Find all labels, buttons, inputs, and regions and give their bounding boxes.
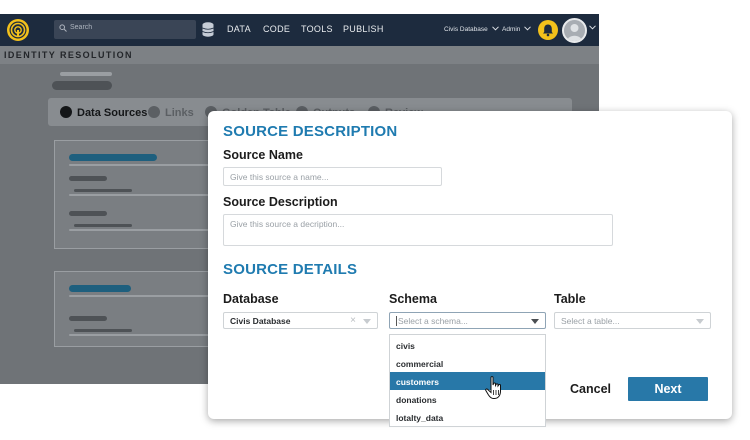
table-placeholder: Select a table... bbox=[561, 316, 620, 326]
screen: Search DATA CODE TOOLS PUBLISH Civis Dat… bbox=[0, 0, 750, 440]
table-label: Table bbox=[554, 292, 586, 306]
cancel-button[interactable]: Cancel bbox=[570, 382, 611, 396]
skeleton-line bbox=[69, 194, 209, 196]
database-label: Database bbox=[223, 292, 279, 306]
page-header: IDENTITY RESOLUTION bbox=[0, 46, 599, 64]
dropdown-arrow-icon[interactable] bbox=[531, 319, 539, 324]
skeleton-block bbox=[69, 211, 107, 216]
nav-data[interactable]: DATA bbox=[227, 24, 251, 34]
chevron-down-icon bbox=[491, 26, 499, 31]
bell-icon bbox=[543, 24, 553, 37]
search-icon bbox=[59, 24, 67, 32]
skeleton-line bbox=[69, 334, 209, 336]
skeleton-block bbox=[69, 176, 107, 181]
step-links[interactable]: Links bbox=[148, 106, 194, 119]
nav-code[interactable]: CODE bbox=[263, 24, 290, 34]
schema-option[interactable]: lotalty_data bbox=[390, 408, 545, 426]
next-button[interactable]: Next bbox=[628, 377, 708, 401]
database-value: Civis Database bbox=[230, 316, 291, 326]
schema-option[interactable]: civis bbox=[390, 336, 545, 354]
dropdown-arrow-icon[interactable] bbox=[363, 319, 371, 324]
skeleton-line bbox=[69, 164, 209, 166]
skeleton-line bbox=[74, 329, 132, 332]
skeleton-block bbox=[69, 316, 107, 321]
nav-tools[interactable]: TOOLS bbox=[301, 24, 333, 34]
database-select[interactable]: Civis Database × bbox=[223, 312, 378, 329]
source-description-placeholder: Give this source a decription... bbox=[230, 219, 345, 229]
avatar[interactable] bbox=[562, 18, 587, 43]
text-caret bbox=[396, 316, 397, 326]
skeleton-title bbox=[69, 285, 131, 292]
skeleton-line bbox=[60, 72, 112, 76]
chevron-down-icon bbox=[524, 26, 532, 31]
dropdown-arrow-icon[interactable] bbox=[696, 319, 704, 324]
step-dot-icon bbox=[148, 106, 160, 118]
source-name-label: Source Name bbox=[223, 148, 303, 162]
source-card bbox=[54, 271, 214, 347]
skeleton-title bbox=[69, 154, 157, 161]
skeleton-line bbox=[69, 229, 209, 231]
skeleton-block bbox=[52, 81, 112, 90]
source-description-label: Source Description bbox=[223, 195, 338, 209]
source-card bbox=[54, 140, 214, 249]
database-menu-label: Civis Database bbox=[444, 26, 488, 33]
skeleton-line bbox=[74, 224, 132, 227]
schema-option[interactable]: commercial bbox=[390, 354, 545, 372]
schema-dropdown-menu: civis commercial customers donations lot… bbox=[389, 334, 546, 427]
skeleton-line bbox=[74, 189, 132, 192]
page-title: IDENTITY RESOLUTION bbox=[4, 50, 133, 60]
schema-placeholder: Select a schema... bbox=[398, 316, 468, 326]
table-select[interactable]: Select a table... bbox=[554, 312, 711, 329]
step-data-sources[interactable]: Data Sources bbox=[60, 106, 147, 119]
step-label: Data Sources bbox=[77, 107, 148, 119]
top-navbar: Search DATA CODE TOOLS PUBLISH Civis Dat… bbox=[0, 14, 599, 46]
source-name-placeholder: Give this source a name... bbox=[230, 172, 329, 182]
search-input[interactable]: Search bbox=[54, 20, 196, 39]
step-label: Links bbox=[165, 107, 194, 119]
clear-icon[interactable]: × bbox=[350, 315, 356, 326]
schema-select[interactable]: Select a schema... bbox=[389, 312, 546, 329]
civis-logo-icon[interactable] bbox=[6, 18, 30, 42]
source-description-title: SOURCE DESCRIPTION bbox=[223, 123, 398, 140]
schema-label: Schema bbox=[389, 292, 437, 306]
skeleton-line bbox=[69, 295, 209, 297]
source-details-title: SOURCE DETAILS bbox=[223, 261, 358, 278]
source-modal: SOURCE DESCRIPTION Source Name Give this… bbox=[208, 111, 732, 427]
admin-menu[interactable]: Admin bbox=[502, 26, 532, 33]
nav-publish[interactable]: PUBLISH bbox=[343, 24, 384, 34]
hand-cursor-icon bbox=[485, 376, 501, 399]
schema-option-highlighted[interactable]: customers bbox=[390, 372, 545, 390]
database-icon[interactable] bbox=[202, 22, 214, 37]
source-name-input[interactable]: Give this source a name... bbox=[223, 167, 442, 186]
database-menu[interactable]: Civis Database bbox=[444, 26, 499, 33]
chevron-down-icon[interactable] bbox=[589, 25, 596, 30]
source-description-textarea[interactable]: Give this source a decription... bbox=[223, 214, 613, 246]
schema-option[interactable]: donations bbox=[390, 390, 545, 408]
admin-menu-label: Admin bbox=[502, 26, 521, 33]
notifications-button[interactable] bbox=[538, 20, 558, 40]
search-placeholder: Search bbox=[70, 24, 93, 31]
step-active-dot-icon bbox=[60, 106, 72, 118]
user-avatar-icon bbox=[564, 20, 585, 41]
